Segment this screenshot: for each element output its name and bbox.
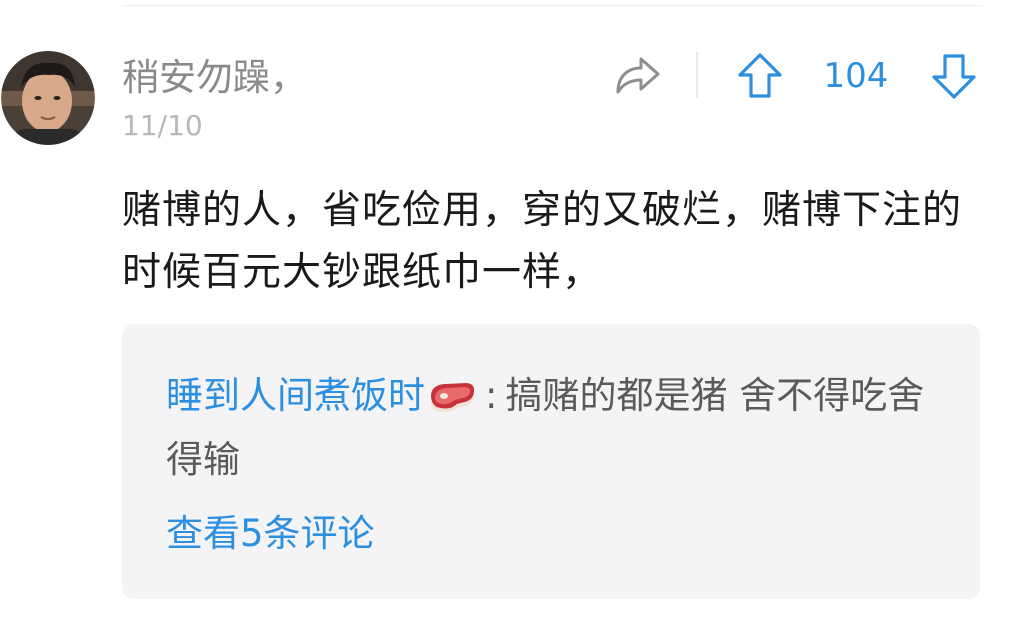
reply-separator: : [485, 374, 498, 417]
arrow-down-icon [932, 54, 976, 99]
reply-content: 睡到人间煮饭时: 搞赌的都是猪 舍不得吃舍得输 [166, 364, 956, 492]
downvote-button[interactable] [931, 52, 977, 100]
share-arrow-icon [616, 57, 660, 94]
comment-body: 赌博的人，省吃俭用，穿的又破烂，赌博下注的时候百元大钞跟纸巾一样， [122, 188, 963, 295]
comment-date: 11/10 [122, 109, 203, 142]
steak-icon [427, 368, 477, 413]
share-button[interactable] [614, 54, 662, 98]
reply-preview[interactable]: 睡到人间煮饭时: 搞赌的都是猪 舍不得吃舍得输 查看5条评论 [122, 324, 980, 599]
vote-count: 104 [823, 56, 889, 96]
view-more-comments-link[interactable]: 查看5条评论 [166, 510, 375, 558]
action-divider [696, 52, 698, 98]
reply-author[interactable]: 睡到人间煮饭时 [166, 374, 425, 417]
arrow-up-icon [738, 53, 782, 98]
avatar-image [1, 51, 95, 145]
upvote-button[interactable] [737, 52, 783, 100]
avatar[interactable] [1, 51, 95, 145]
username[interactable]: 稍安勿躁， [122, 56, 307, 100]
comment-item: 稍安勿躁， 11/10 104 赌博的人，省吃俭用，穿的又破烂，赌博下注的时候百… [0, 0, 1029, 624]
top-divider [122, 5, 982, 6]
